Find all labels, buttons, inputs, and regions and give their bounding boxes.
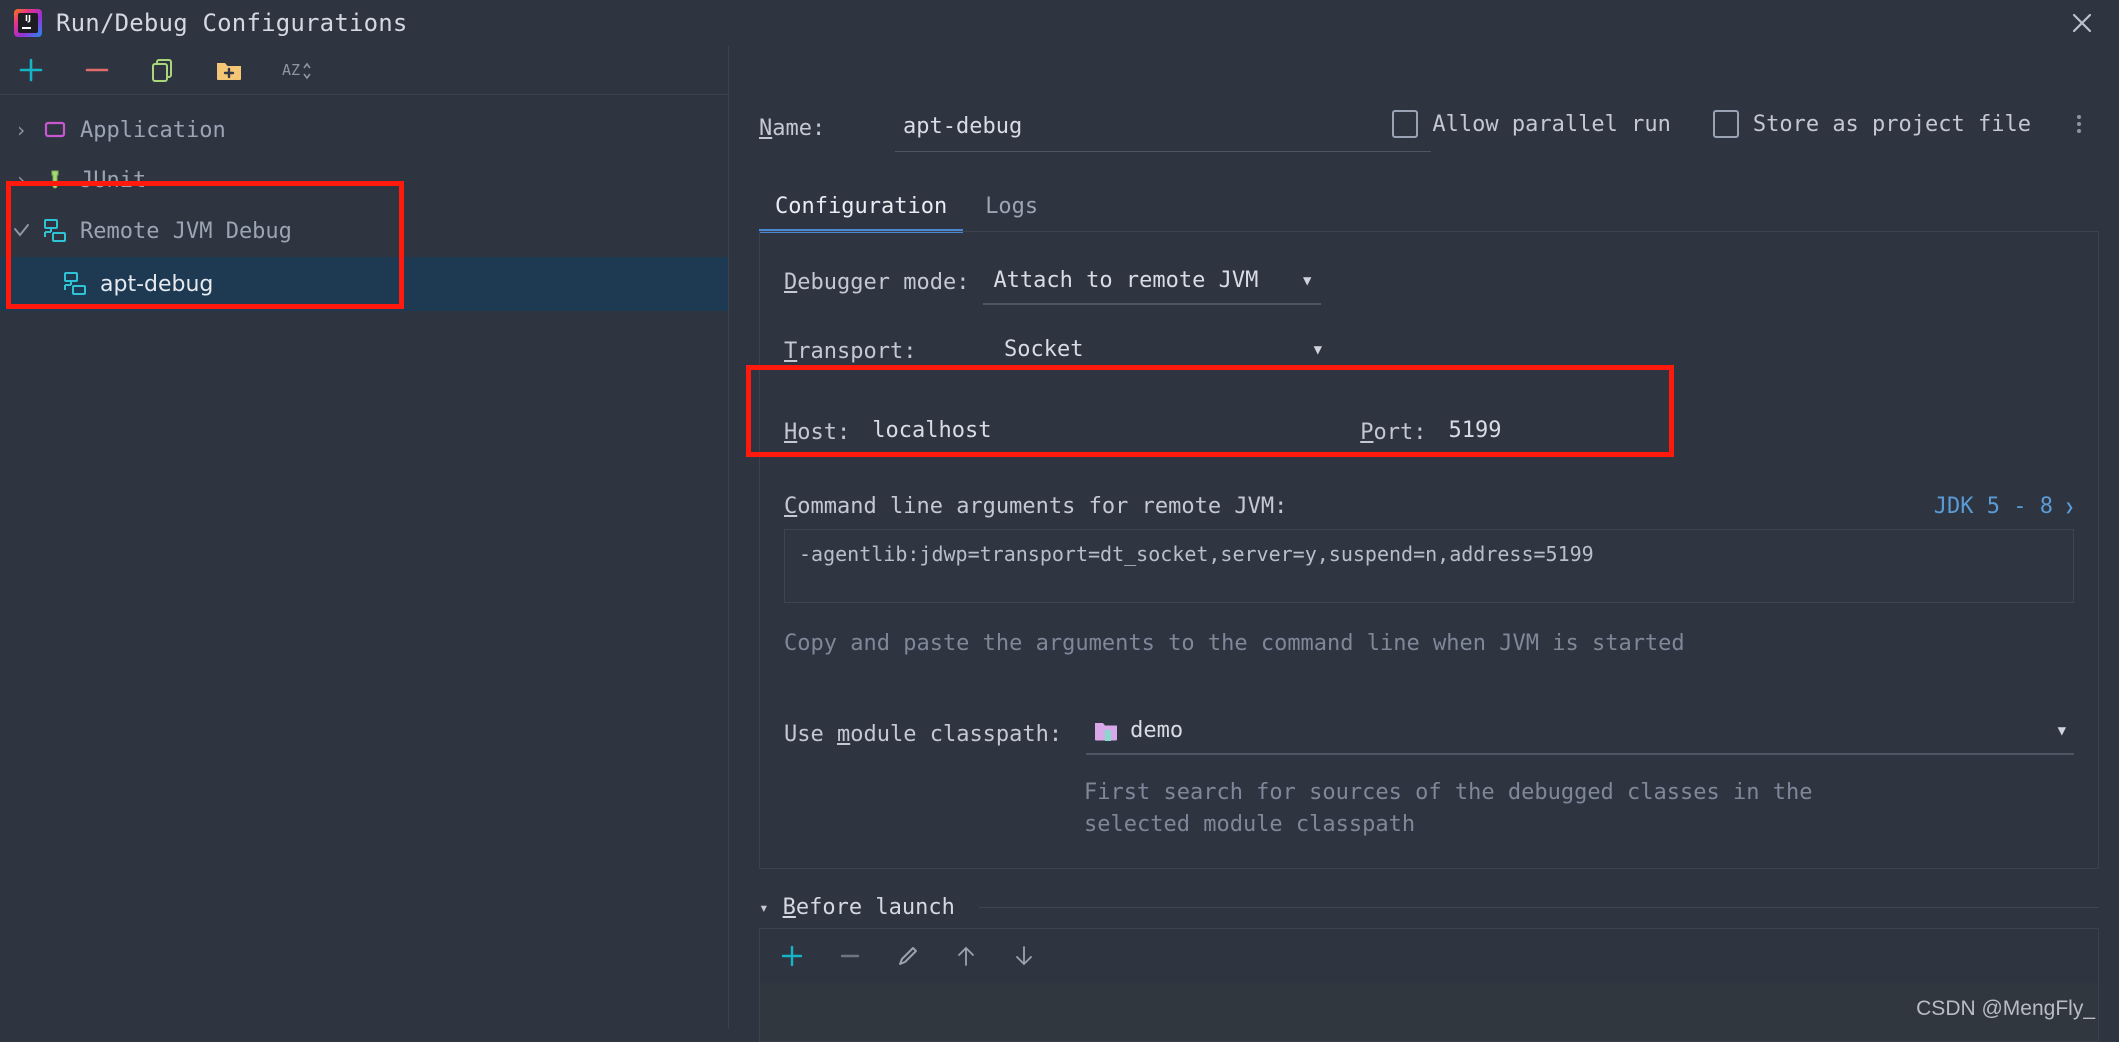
- chevron-down-icon: ▼: [1313, 341, 1322, 358]
- debugger-mode-dropdown[interactable]: Attach to remote JVM ▼: [983, 266, 1322, 305]
- tree-item-application[interactable]: › Application: [0, 105, 728, 155]
- run-debug-configurations-window: IJ Run/Debug Configurations AZ › Applica…: [0, 0, 2119, 1042]
- jdk-version-dropdown[interactable]: JDK 5 - 8 ❯: [1934, 494, 2074, 519]
- sort-alphabetically-icon[interactable]: AZ: [276, 51, 314, 89]
- remote-jvm-debug-icon: [56, 270, 94, 298]
- title-bar: IJ Run/Debug Configurations: [0, 0, 2119, 46]
- command-line-arguments-field[interactable]: -agentlib:jdwp=transport=dt_socket,serve…: [784, 529, 2074, 603]
- configurations-sidebar: AZ › Application › JUnit Remote JVM Debu…: [0, 46, 729, 1029]
- remote-jvm-debug-icon: [36, 217, 74, 245]
- before-launch-toolbar: [759, 928, 2099, 983]
- tab-logs[interactable]: Logs: [969, 188, 1054, 231]
- module-classpath-hint: First search for sources of the debugged…: [1084, 780, 1813, 837]
- jdk-version-value: JDK 5 - 8: [1933, 494, 2053, 519]
- module-folder-icon: [1094, 720, 1118, 742]
- tree-item-label: JUnit: [80, 167, 147, 193]
- module-classpath-row: Use module classpath: demo ▼: [784, 718, 2074, 755]
- module-classpath-value: demo: [1130, 718, 1184, 743]
- folder-plus-icon[interactable]: [210, 51, 248, 89]
- debugger-mode-label: Debugger mode:: [784, 270, 970, 295]
- copy-icon[interactable]: [144, 51, 182, 89]
- chevron-down-icon: ▼: [2057, 722, 2066, 739]
- transport-row: Transport: Socket ▼: [784, 335, 2074, 372]
- arrow-down-icon[interactable]: [1006, 938, 1042, 974]
- remove-configuration-button[interactable]: [78, 51, 116, 89]
- svg-text:AZ: AZ: [282, 61, 300, 79]
- sidebar-toolbar: AZ: [0, 46, 728, 95]
- chevron-right-icon[interactable]: ›: [6, 118, 36, 142]
- watermark: CSDN @MengFly_: [1916, 997, 2095, 1020]
- debugger-mode-row: Debugger mode: Attach to remote JVM ▼: [784, 266, 2074, 305]
- allow-parallel-run-checkbox[interactable]: Allow parallel run: [1392, 110, 1671, 138]
- transport-dropdown[interactable]: Socket ▼: [994, 335, 1332, 372]
- chevron-down-icon: ❯: [2064, 497, 2074, 516]
- configuration-panel: Debugger mode: Attach to remote JVM ▼ Tr…: [746, 231, 2099, 869]
- host-input[interactable]: localhost: [864, 416, 1305, 456]
- tree-item-remote-jvm-debug[interactable]: Remote JVM Debug: [0, 205, 728, 257]
- port-input[interactable]: 5199: [1440, 416, 1561, 456]
- module-classpath-dropdown[interactable]: demo ▼: [1086, 718, 2074, 755]
- content-split: AZ › Application › JUnit Remote JVM Debu…: [0, 46, 2119, 1042]
- before-launch-add-button[interactable]: [774, 938, 810, 974]
- intellij-idea-logo-icon: IJ: [14, 9, 42, 37]
- configurations-tree: › Application › JUnit Remote JVM Debug a…: [0, 95, 728, 1029]
- tree-item-apt-debug[interactable]: apt-debug: [0, 257, 728, 311]
- host-port-row: Host: localhost Port: 5199: [784, 416, 2074, 456]
- allow-parallel-run-label: Allow parallel run: [1432, 111, 1671, 137]
- add-configuration-button[interactable]: [12, 51, 50, 89]
- debugger-mode-value: Attach to remote JVM: [993, 268, 1259, 293]
- tree-item-label: Remote JVM Debug: [80, 218, 292, 244]
- before-launch-title: Before launch: [782, 895, 955, 920]
- tab-configuration[interactable]: Configuration: [759, 188, 964, 233]
- pencil-icon[interactable]: [890, 938, 926, 974]
- chevron-down-icon: ▼: [1303, 272, 1312, 289]
- name-input[interactable]: apt-debug: [895, 110, 1431, 152]
- tree-item-label: apt-debug: [100, 271, 214, 297]
- before-launch-remove-button[interactable]: [832, 938, 868, 974]
- host-label: Host:: [784, 420, 851, 445]
- store-as-project-file-label: Store as project file: [1752, 111, 2031, 137]
- chevron-down-icon[interactable]: [6, 221, 36, 241]
- before-launch-header[interactable]: ▾ Before launch: [759, 895, 2099, 920]
- tree-item-junit[interactable]: › JUnit: [0, 155, 728, 205]
- chevron-right-icon[interactable]: ›: [6, 168, 36, 192]
- command-line-header: Command line arguments for remote JVM: J…: [784, 494, 2074, 519]
- close-icon[interactable]: [2067, 8, 2097, 38]
- section-divider: [978, 907, 2099, 908]
- before-launch-task-list[interactable]: [759, 983, 2099, 1042]
- store-as-project-file-checkbox[interactable]: Store as project file: [1712, 110, 2031, 138]
- transport-label: Transport:: [784, 339, 917, 364]
- arrow-up-icon[interactable]: [948, 938, 984, 974]
- application-icon: [36, 117, 74, 143]
- checkbox-box[interactable]: [1712, 110, 1739, 138]
- command-line-hint: Copy and paste the arguments to the comm…: [784, 631, 1685, 656]
- details-tabs: Configuration Logs: [729, 188, 2119, 233]
- kebab-menu-icon[interactable]: [2077, 115, 2081, 133]
- page-title: Run/Debug Configurations: [56, 9, 408, 37]
- module-classpath-label: Use module classpath:: [784, 722, 1063, 747]
- configuration-details-pane: Name: apt-debug Allow parallel run Store…: [729, 46, 2119, 1042]
- before-launch-section: ▾ Before launch: [759, 895, 2099, 1042]
- junit-icon: [36, 167, 74, 193]
- command-line-label: Command line arguments for remote JVM:: [784, 494, 1288, 519]
- checkbox-box[interactable]: [1392, 110, 1419, 138]
- name-label: Name:: [759, 116, 826, 141]
- transport-value: Socket: [1004, 337, 1084, 362]
- tree-item-label: Application: [80, 117, 226, 143]
- port-label: Port:: [1360, 420, 1427, 445]
- header-options: Allow parallel run Store as project file: [1392, 110, 2081, 138]
- chevron-down-icon[interactable]: ▾: [759, 898, 769, 917]
